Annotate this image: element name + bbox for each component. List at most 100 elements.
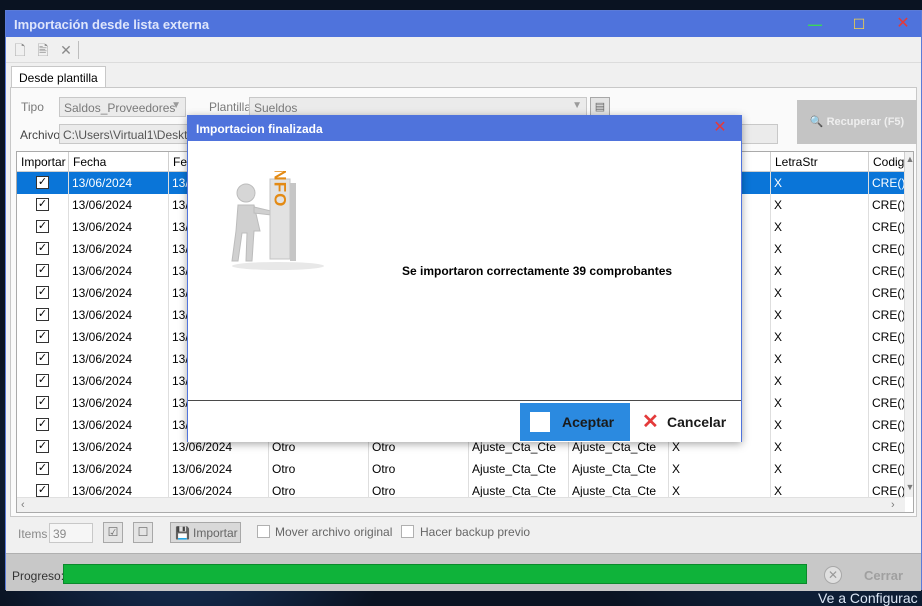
backup-checkbox[interactable] (401, 525, 414, 538)
importar-checkbox[interactable]: ✓ (36, 396, 49, 409)
cell-c5[interactable]: Ajuste_Cta_Cte (469, 458, 569, 480)
cell-fecha[interactable]: 13/06/2024 (69, 172, 169, 194)
cell-codigo[interactable]: CRE() (869, 326, 905, 348)
minimize-button[interactable]: — (804, 13, 826, 35)
cell-importar[interactable]: ✓ (17, 238, 69, 260)
cell-importar[interactable]: ✓ (17, 282, 69, 304)
cell-importar[interactable]: ✓ (17, 458, 69, 480)
uncheck-all-button[interactable]: ☐ (133, 522, 153, 543)
cancelar-button[interactable]: ✕ Cancelar (640, 403, 736, 441)
cell-codigo[interactable]: CRE() (869, 260, 905, 282)
cell-codigo[interactable]: CRE() (869, 238, 905, 260)
new-document-icon[interactable]: 🗋 (12, 42, 28, 58)
column-header-letrastr[interactable]: LetraStr (771, 152, 869, 172)
mover-archivo-checkbox[interactable] (257, 525, 270, 538)
cell-c7[interactable]: X (669, 458, 771, 480)
cell-codigo[interactable]: CRE() (869, 348, 905, 370)
cell-fecha[interactable]: 13/06/2024 (69, 458, 169, 480)
close-button[interactable]: ✕ (892, 13, 914, 35)
edit-document-icon[interactable]: 🖹 (35, 42, 51, 58)
cell-importar[interactable]: ✓ (17, 326, 69, 348)
cell-fecha[interactable]: 13/06/2024 (69, 348, 169, 370)
cancel-progress-icon[interactable]: ✕ (824, 566, 842, 584)
cell-fecha[interactable]: 13/06/2024 (69, 436, 169, 458)
cell-letrastr[interactable]: X (771, 260, 869, 282)
importar-checkbox[interactable]: ✓ (36, 220, 49, 233)
cell-c6[interactable]: Ajuste_Cta_Cte (569, 458, 669, 480)
horizontal-scrollbar[interactable]: ‹ › (17, 497, 905, 512)
cell-fecha[interactable]: 13/06/2024 (69, 414, 169, 436)
aceptar-button[interactable]: Aceptar (520, 403, 630, 441)
cell-letrastr[interactable]: X (771, 172, 869, 194)
cell-letrastr[interactable]: X (771, 216, 869, 238)
cell-fecha[interactable]: 13/06/2024 (69, 370, 169, 392)
cell-letrastr[interactable]: X (771, 304, 869, 326)
cell-letrastr[interactable]: X (771, 238, 869, 260)
tipo-select[interactable]: Saldos_Proveedores ▼ (59, 97, 186, 117)
cell-codigo[interactable]: CRE() (869, 304, 905, 326)
scroll-down-icon[interactable]: ▼ (905, 482, 913, 492)
cell-importar[interactable]: ✓ (17, 260, 69, 282)
window-titlebar[interactable]: Importación desde lista externa — ☐ ✕ (6, 11, 921, 37)
scroll-up-icon[interactable]: ▲ (905, 154, 913, 164)
scroll-right-icon[interactable]: › (891, 499, 895, 511)
cell-codigo[interactable]: CRE() (869, 216, 905, 238)
cell-fecha-2[interactable]: 13/06/2024 (169, 458, 269, 480)
archivo-path-input[interactable]: C:\Users\Virtual1\Desktop (59, 124, 189, 144)
cell-letrastr[interactable]: X (771, 392, 869, 414)
plantilla-select[interactable]: Sueldos ▼ (249, 97, 587, 117)
table-row[interactable]: ✓ 13/06/2024 13/06/2024 Otro Otro Ajuste_Cta_… (17, 458, 905, 480)
cell-c3[interactable]: Otro (269, 458, 369, 480)
delete-icon[interactable]: ✕ (58, 42, 74, 58)
cell-c4[interactable]: Otro (369, 458, 469, 480)
cell-codigo[interactable]: CRE() (869, 172, 905, 194)
cerrar-button[interactable]: Cerrar (864, 568, 903, 583)
column-header-codigo[interactable]: Codig (869, 152, 905, 172)
maximize-button[interactable]: ☐ (848, 13, 870, 35)
importar-checkbox[interactable]: ✓ (36, 374, 49, 387)
vertical-scrollbar[interactable]: ▲ ▼ (905, 152, 913, 497)
scroll-left-icon[interactable]: ‹ (21, 499, 25, 511)
cell-letrastr[interactable]: X (771, 194, 869, 216)
cell-codigo[interactable]: CRE() (869, 436, 905, 458)
cell-importar[interactable]: ✓ (17, 194, 69, 216)
importar-checkbox[interactable]: ✓ (36, 352, 49, 365)
cell-importar[interactable]: ✓ (17, 414, 69, 436)
archivo-path-input-tail[interactable] (741, 124, 778, 144)
cell-codigo[interactable]: CRE() (869, 282, 905, 304)
cell-fecha[interactable]: 13/06/2024 (69, 326, 169, 348)
dialog-titlebar[interactable]: Importacion finalizada ✕ (188, 116, 741, 141)
cell-codigo[interactable]: CRE() (869, 458, 905, 480)
cell-letrastr[interactable]: X (771, 458, 869, 480)
cell-codigo[interactable]: CRE() (869, 194, 905, 216)
dialog-close-icon[interactable]: ✕ (711, 119, 729, 137)
tab-desde-plantilla[interactable]: Desde plantilla (11, 66, 106, 88)
cell-letrastr[interactable]: X (771, 282, 869, 304)
cell-fecha[interactable]: 13/06/2024 (69, 304, 169, 326)
column-header-fecha[interactable]: Fecha (69, 152, 169, 172)
importar-button[interactable]: 💾 Importar (170, 522, 241, 543)
cell-importar[interactable]: ✓ (17, 172, 69, 194)
cell-letrastr[interactable]: X (771, 414, 869, 436)
cell-letrastr[interactable]: X (771, 436, 869, 458)
importar-checkbox[interactable]: ✓ (36, 176, 49, 189)
cell-importar[interactable]: ✓ (17, 392, 69, 414)
cell-importar[interactable]: ✓ (17, 348, 69, 370)
cell-fecha[interactable]: 13/06/2024 (69, 392, 169, 414)
check-all-button[interactable]: ☑ (103, 522, 123, 543)
cell-letrastr[interactable]: X (771, 326, 869, 348)
cell-codigo[interactable]: CRE() (869, 392, 905, 414)
cell-importar[interactable]: ✓ (17, 370, 69, 392)
importar-checkbox[interactable]: ✓ (36, 308, 49, 321)
plantilla-document-button[interactable]: ▤ (590, 97, 610, 117)
cell-fecha[interactable]: 13/06/2024 (69, 260, 169, 282)
cell-fecha[interactable]: 13/06/2024 (69, 216, 169, 238)
column-header-importar[interactable]: Importar (17, 152, 69, 172)
cell-fecha[interactable]: 13/06/2024 (69, 194, 169, 216)
importar-checkbox[interactable]: ✓ (36, 418, 49, 431)
cell-letrastr[interactable]: X (771, 348, 869, 370)
cell-importar[interactable]: ✓ (17, 216, 69, 238)
cell-fecha[interactable]: 13/06/2024 (69, 238, 169, 260)
cell-codigo[interactable]: CRE() (869, 414, 905, 436)
importar-checkbox[interactable]: ✓ (36, 484, 49, 497)
